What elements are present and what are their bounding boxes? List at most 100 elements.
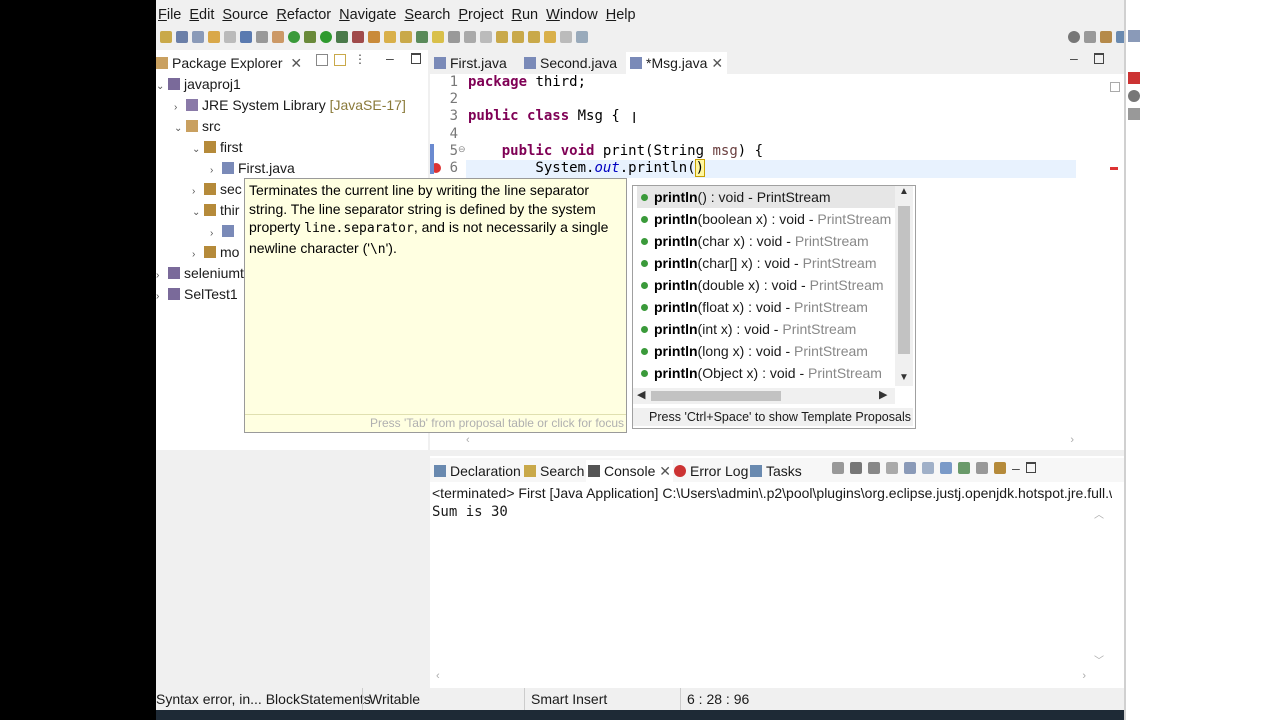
scroll-down-icon[interactable]: ﹀ [1094, 652, 1104, 667]
undo-icon[interactable] [208, 31, 220, 43]
debug-config-icon[interactable] [304, 31, 316, 43]
console-output[interactable]: Sum is 30 [432, 502, 508, 522]
whitespace-icon[interactable] [448, 31, 460, 43]
tab-error-log[interactable]: Error Log [674, 460, 748, 482]
proposal-item[interactable]: println(Object x) : void - PrintStream [637, 362, 895, 384]
tab-search[interactable]: Search [524, 460, 584, 482]
tab-package-explorer[interactable]: Package Explorer ✕ [156, 52, 302, 74]
console-vertical-scrollbar[interactable]: ︿ ﹀ [1094, 506, 1106, 667]
pilcrow-icon[interactable] [480, 31, 492, 43]
problems-icon[interactable] [1128, 72, 1140, 84]
minimize-icon[interactable]: – [1070, 50, 1078, 66]
scroll-right-icon[interactable]: ▶ [879, 388, 887, 401]
proposal-item[interactable]: println(double x) : void - PrintStream [637, 274, 895, 296]
tab-second-java[interactable]: Second.java [524, 52, 617, 74]
quick-search-icon[interactable] [1068, 31, 1080, 43]
maximize-icon[interactable] [1094, 53, 1104, 64]
proposal-item[interactable]: println(long x) : void - PrintStream [637, 340, 895, 362]
tree-item[interactable]: › First.java [210, 158, 295, 178]
collapse-all-icon[interactable] [316, 54, 328, 66]
tree-item[interactable]: ⌄ javaproj1 [156, 74, 241, 94]
tree-item[interactable]: ⌄ src [174, 116, 221, 136]
proposal-item[interactable]: println(int x) : void - PrintStream [637, 318, 895, 340]
proposal-item[interactable]: println(char x) : void - PrintStream [637, 230, 895, 252]
forward-icon[interactable] [560, 31, 572, 43]
new-icon[interactable] [160, 31, 172, 43]
menu-navigate[interactable]: Navigate [337, 4, 402, 26]
scroll-left-icon[interactable]: ‹ [436, 670, 440, 682]
javadoc-popup[interactable]: Terminates the current line by writing t… [244, 178, 627, 433]
terminate-icon[interactable] [832, 462, 844, 474]
highlight-icon[interactable] [432, 31, 444, 43]
run-icon[interactable] [320, 31, 332, 43]
save-all-icon[interactable] [192, 31, 204, 43]
word-wrap-icon[interactable] [922, 462, 934, 474]
display-console-icon[interactable] [976, 462, 988, 474]
overview-ruler[interactable] [1110, 82, 1120, 422]
menu-file[interactable]: File [156, 4, 187, 26]
maximize-icon[interactable] [1025, 462, 1036, 473]
proposal-item[interactable]: println() : void - PrintStream [637, 186, 895, 208]
menu-project[interactable]: Project [456, 4, 509, 26]
tree-item[interactable]: › mo [192, 242, 239, 262]
pin-editor-icon[interactable] [576, 31, 588, 43]
external-tools-icon[interactable] [352, 31, 364, 43]
scroll-thumb[interactable] [898, 206, 910, 354]
close-icon[interactable]: ✕ [290, 55, 302, 71]
block-select-icon[interactable] [464, 31, 476, 43]
next-annotation-icon[interactable] [496, 31, 508, 43]
proposal-item[interactable]: println(char[] x) : void - PrintStream [637, 252, 895, 274]
search-tool-icon[interactable] [400, 31, 412, 43]
scroll-up-icon[interactable]: ︿ [1094, 506, 1104, 521]
toggle-mark-icon[interactable] [416, 31, 428, 43]
menu-help[interactable]: Help [604, 4, 642, 26]
proposal-list[interactable]: println() : void - PrintStream println(b… [633, 186, 895, 386]
menu-edit[interactable]: Edit [187, 4, 220, 26]
menu-window[interactable]: Window [544, 4, 604, 26]
scroll-left-icon[interactable]: ◀ [637, 388, 645, 401]
tree-item[interactable]: › sec [192, 179, 242, 199]
open-task-icon[interactable] [384, 31, 396, 43]
tree-item[interactable]: › SelTest1 [156, 284, 238, 304]
debug-perspective-icon[interactable] [1116, 31, 1124, 43]
open-perspective-icon[interactable] [1084, 31, 1096, 43]
menu-refactor[interactable]: Refactor [274, 4, 337, 26]
scroll-lock-icon[interactable] [904, 462, 916, 474]
maximize-icon[interactable] [411, 53, 421, 64]
scroll-right-icon[interactable]: › [1082, 670, 1086, 682]
debug-icon[interactable] [288, 31, 300, 43]
remove-all-icon[interactable] [868, 462, 880, 474]
close-icon[interactable]: ✕ [659, 463, 671, 479]
scroll-down-icon[interactable]: ▼ [899, 372, 909, 383]
tab-console[interactable]: Console ✕ [586, 460, 673, 482]
tab-declaration[interactable]: Declaration [434, 460, 521, 482]
notes-icon[interactable] [1128, 108, 1140, 120]
tab-msg-java[interactable]: *Msg.java ✕ [626, 52, 728, 74]
tree-item[interactable]: ⌄ thir [192, 200, 239, 220]
remove-launch-icon[interactable] [850, 462, 862, 474]
open-type-icon[interactable] [368, 31, 380, 43]
redo-icon[interactable] [224, 31, 236, 43]
view-menu-icon[interactable]: ⋮ [354, 52, 366, 66]
skip-breakpoints-icon[interactable] [256, 31, 268, 43]
error-overview-mark[interactable] [1110, 167, 1118, 170]
proposal-vertical-scrollbar[interactable]: ▲ ▼ [895, 186, 913, 386]
back-icon[interactable] [544, 31, 556, 43]
java-perspective-icon[interactable] [1100, 31, 1112, 43]
task-list-icon[interactable] [1128, 90, 1140, 102]
scroll-up-icon[interactable]: ▲ [899, 186, 909, 197]
tree-item[interactable]: › [210, 221, 238, 241]
tree-item[interactable]: › seleniumt [156, 263, 244, 283]
editor-horizontal-scrollbar[interactable]: ‹ › [464, 434, 1074, 448]
scroll-thumb[interactable] [651, 391, 781, 401]
coverage-icon[interactable] [336, 31, 348, 43]
link-editor-icon[interactable] [334, 54, 346, 66]
minimize-icon[interactable]: – [386, 50, 394, 66]
proposal-horizontal-scrollbar[interactable]: ◀ ▶ [633, 388, 895, 404]
tab-tasks[interactable]: Tasks [750, 460, 802, 482]
menu-source[interactable]: Source [220, 4, 274, 26]
package-icon[interactable] [272, 31, 284, 43]
last-edit-icon[interactable] [528, 31, 540, 43]
scroll-right-icon[interactable]: › [1070, 434, 1074, 446]
fold-icon[interactable]: ⊖ [458, 144, 466, 155]
